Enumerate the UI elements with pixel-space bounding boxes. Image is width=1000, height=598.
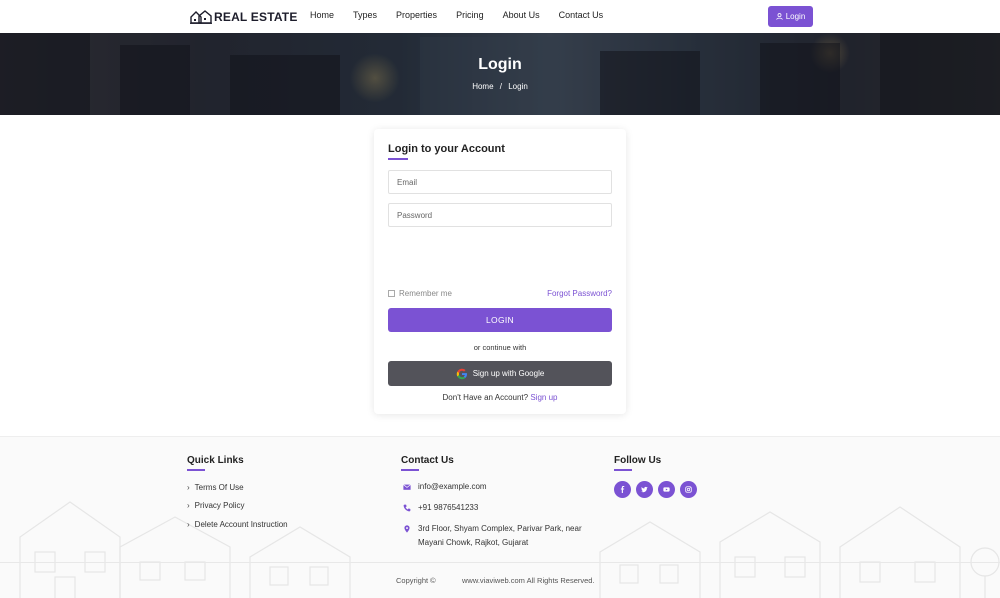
contact-phone[interactable]: +91 9876541233 <box>403 501 478 515</box>
brand-name: REAL ESTATE <box>214 10 298 24</box>
twitter-link[interactable] <box>636 481 653 498</box>
quick-link-terms[interactable]: › Terms Of Use <box>187 483 244 492</box>
contact-address: 3rd Floor, Shyam Complex, Parivar Park, … <box>403 522 582 550</box>
login-button[interactable]: LOGIN <box>388 308 612 332</box>
quick-links-title: Quick Links <box>187 455 244 466</box>
contact-email[interactable]: info@example.com <box>403 480 487 494</box>
quick-link-label: Privacy Policy <box>194 501 245 510</box>
map-pin-icon <box>404 525 410 533</box>
quick-links-underline <box>187 469 205 471</box>
youtube-link[interactable] <box>658 481 675 498</box>
remember-me[interactable]: Remember me <box>388 289 452 298</box>
no-account-text: Don't Have an Account? <box>442 393 529 402</box>
signup-prompt: Don't Have an Account? Sign up <box>374 393 626 402</box>
nav-item-pricing[interactable]: Pricing <box>456 10 484 20</box>
nav-item-home[interactable]: Home <box>310 10 334 20</box>
nav-menu: Home Types Properties Pricing About Us C… <box>310 10 622 20</box>
contact-email-text: info@example.com <box>418 482 487 491</box>
login-card-title: Login to your Account <box>388 143 505 155</box>
breadcrumb-home[interactable]: Home <box>472 82 493 91</box>
nav-item-types[interactable]: Types <box>353 10 377 20</box>
nav-item-properties[interactable]: Properties <box>396 10 437 20</box>
contact-address-line2: Mayani Chowk, Rajkot, Gujarat <box>418 538 529 547</box>
remember-me-label: Remember me <box>399 289 452 298</box>
contact-address-line1: 3rd Floor, Shyam Complex, Parivar Park, … <box>418 524 582 533</box>
follow-us-underline <box>614 469 632 471</box>
house-logo-icon <box>190 10 212 24</box>
login-card: Login to your Account Remember me Forgot… <box>374 129 626 414</box>
instagram-icon <box>685 486 692 493</box>
quick-link-privacy[interactable]: › Privacy Policy <box>187 501 244 510</box>
nav-item-contact-us[interactable]: Contact Us <box>559 10 604 20</box>
breadcrumb: Home / Login <box>0 82 1000 91</box>
breadcrumb-current: Login <box>508 82 528 91</box>
chevron-right-icon: › <box>187 501 190 510</box>
hero-banner: Login Home / Login <box>0 33 1000 115</box>
footer: Quick Links › Terms Of Use › Privacy Pol… <box>0 436 1000 598</box>
contact-us-underline <box>401 469 419 471</box>
nav-item-about-us[interactable]: About Us <box>503 10 540 20</box>
follow-us-title: Follow Us <box>614 455 662 466</box>
quick-link-label: Terms Of Use <box>194 483 244 492</box>
brand-logo[interactable]: REAL ESTATE <box>190 8 298 26</box>
navbar: REAL ESTATE Home Types Properties Pricin… <box>0 0 1000 33</box>
user-icon <box>776 13 783 20</box>
contact-us-title: Contact Us <box>401 455 454 466</box>
youtube-icon <box>663 487 670 492</box>
password-field[interactable] <box>388 203 612 227</box>
quick-link-label: Delete Account Instruction <box>194 520 288 529</box>
google-icon <box>456 368 467 379</box>
facebook-icon <box>620 486 625 493</box>
forgot-password-link[interactable]: Forgot Password? <box>547 289 612 298</box>
twitter-icon <box>641 486 648 493</box>
header-login-button[interactable]: Login <box>768 6 813 27</box>
remember-me-checkbox[interactable] <box>388 290 395 297</box>
quick-link-delete-account[interactable]: › Delete Account Instruction <box>187 520 288 529</box>
chevron-right-icon: › <box>187 520 190 529</box>
instagram-link[interactable] <box>680 481 697 498</box>
envelope-icon <box>403 484 411 490</box>
phone-icon <box>403 504 411 512</box>
copyright-text: www.viaviweb.com All Rights Reserved. <box>462 576 595 585</box>
copyright-label: Copyright © <box>396 576 436 585</box>
google-signup-button[interactable]: Sign up with Google <box>388 361 612 386</box>
continue-with-divider: or continue with <box>473 343 527 352</box>
copyright-divider <box>0 562 1000 563</box>
email-field[interactable] <box>388 170 612 194</box>
title-underline <box>388 158 408 160</box>
breadcrumb-separator: / <box>499 82 502 91</box>
contact-phone-text: +91 9876541233 <box>418 503 479 512</box>
google-signup-label: Sign up with Google <box>472 369 545 378</box>
page-title: Login <box>478 56 522 73</box>
header-login-label: Login <box>785 12 806 21</box>
facebook-link[interactable] <box>614 481 631 498</box>
chevron-right-icon: › <box>187 483 190 492</box>
signup-link[interactable]: Sign up <box>530 393 557 402</box>
